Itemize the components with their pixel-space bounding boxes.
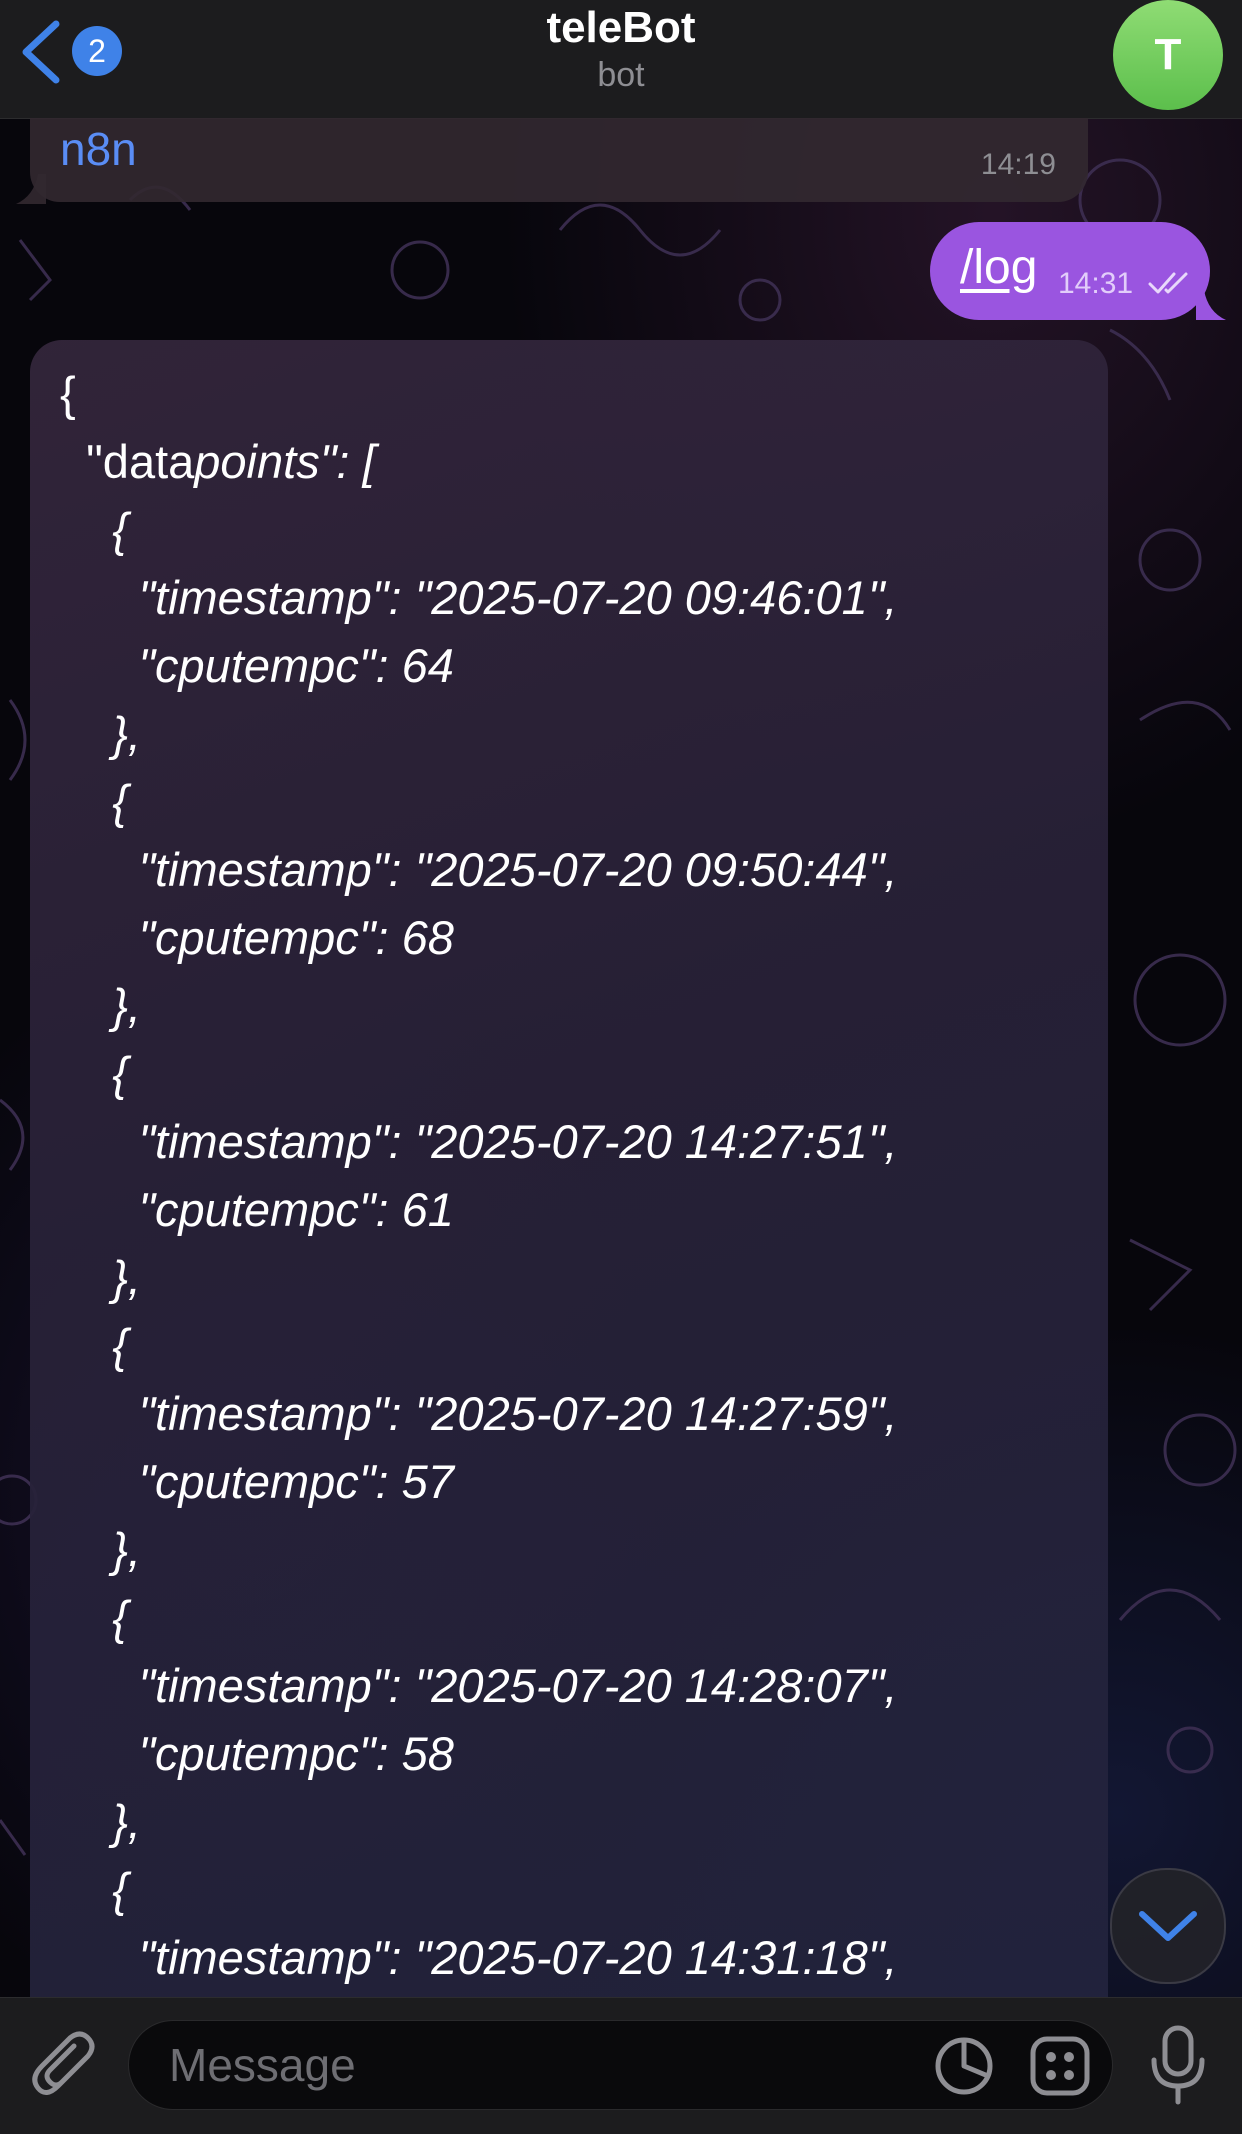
bot-command-link[interactable]: /log [960,240,1037,295]
bubble-tail [1196,290,1226,320]
json-line: "timestamp": "2025-07-20 14:27:59", [60,1387,898,1440]
back-button[interactable]: 2 [18,16,133,86]
message-time: 14:31 [1058,267,1134,300]
message-composer [0,1997,1242,2134]
json-line: "timestamp": "2025-07-20 09:50:44", [60,843,898,896]
chat-header: 2 teleBot bot T [0,0,1242,119]
json-line: { [60,367,76,420]
scroll-to-bottom-button[interactable] [1110,1868,1226,1984]
json-line: }, [60,979,141,1032]
message-link[interactable]: n8n [60,122,137,176]
paperclip-icon[interactable] [30,2028,100,2104]
sticker-icon[interactable] [934,2036,994,2096]
message-time: 14:19 [980,148,1056,181]
json-line: "timestamp": "2025-07-20 14:28:07", [60,1659,898,1712]
json-line: { [60,1047,128,1100]
apps-grid-icon[interactable] [1030,2036,1090,2096]
json-line: "cputempc": 58 [60,1727,454,1780]
json-line: "cputempc": 61 [60,1183,454,1236]
avatar[interactable]: T [1113,0,1223,110]
unread-count-badge: 2 [72,26,122,76]
chat-title: teleBot [546,3,696,52]
json-line: "timestamp": "2025-07-20 14:27:51", [60,1115,898,1168]
chat-subtitle: bot [597,56,645,94]
chevron-left-icon [22,20,60,84]
json-line: "cputempc": 68 [60,911,454,964]
json-line: { [60,1319,128,1372]
json-line: "cputempc": 57 [60,1455,454,1508]
json-line: { [60,1591,128,1644]
microphone-icon[interactable] [1148,2024,1208,2108]
json-line: "timestamp": "2025-07-20 09:46:01", [60,571,898,624]
json-line: "cputempc": 64 [60,639,454,692]
json-line: }, [60,707,141,760]
incoming-json-message[interactable]: { "datapoints": [ { "timestamp": "2025-0… [30,340,1108,2040]
json-line: }, [60,1795,141,1848]
json-line: "datapoints": [ [60,435,376,488]
bubble-tail [16,174,46,204]
json-line: { [60,503,128,556]
json-line: { [60,1863,128,1916]
json-line: { [60,775,128,828]
chevron-down-icon [1139,1911,1197,1941]
incoming-message[interactable]: n8n 14:19 [16,118,1088,204]
chat-title-block[interactable]: teleBot bot [371,0,871,95]
json-line: }, [60,1251,141,1304]
json-line: }, [60,1523,141,1576]
outgoing-message[interactable]: /log 14:31 [930,222,1226,320]
json-line: "timestamp": "2025-07-20 14:31:18", [60,1931,898,1984]
double-check-icon [1148,272,1188,294]
json-line-italic-part: points": [ [194,435,376,488]
